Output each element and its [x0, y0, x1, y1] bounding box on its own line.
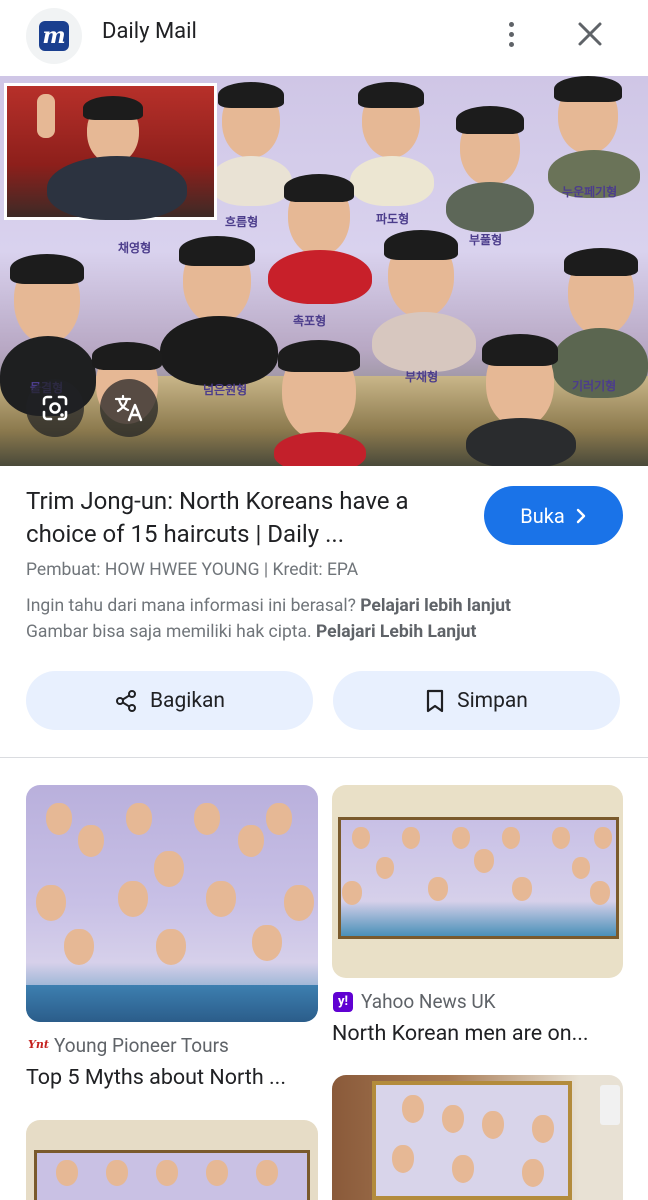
related-thumbnail[interactable]	[332, 785, 623, 978]
close-icon[interactable]	[572, 16, 608, 52]
learn-more-link-2[interactable]: Pelajari Lebih Lanjut	[316, 622, 476, 642]
info-line2: Gambar bisa saja memiliki hak cipta.	[26, 622, 312, 642]
daily-mail-logo: m	[26, 8, 82, 64]
image-credit: Pembuat: HOW HWEE YOUNG | Kredit: EPA	[26, 560, 359, 580]
save-button[interactable]: Simpan	[333, 671, 620, 730]
hero-label: 흐름형	[225, 215, 259, 229]
yahoo-favicon: y!	[333, 991, 353, 1012]
young-pioneer-tours-favicon: Ynt	[28, 1037, 49, 1051]
lens-search-button[interactable]	[26, 379, 84, 437]
top-bar: m Daily Mail	[0, 0, 648, 76]
leader-inset-photo	[4, 83, 217, 220]
share-icon	[115, 689, 136, 712]
related-source-name: Yahoo News UK	[361, 990, 496, 1013]
hero-image[interactable]: 채영형 흐름형 파도형 부풀형 누운페기형 촉포형 부채형 넘은원형 기러기형 …	[0, 76, 648, 466]
hero-label: 부풀형	[469, 233, 503, 247]
related-source-name: Young Pioneer Tours	[54, 1034, 229, 1057]
related-source: y! Yahoo News UK	[333, 990, 496, 1013]
logo-letter: m	[39, 21, 69, 51]
hero-label: 채영형	[118, 241, 152, 255]
related-thumbnail[interactable]	[26, 1120, 318, 1200]
open-page-button[interactable]: Buka	[484, 486, 623, 545]
bookmark-icon	[426, 689, 444, 712]
divider	[0, 757, 648, 758]
share-label: Bagikan	[149, 688, 226, 713]
hero-label: 파도형	[376, 212, 410, 226]
related-thumbnail[interactable]	[26, 785, 318, 1022]
chevron-right-icon	[576, 508, 585, 523]
learn-more-link[interactable]: Pelajari lebih lanjut	[360, 596, 511, 616]
hero-label: 기러기형	[572, 379, 617, 393]
info-line1: Ingin tahu dari mana informasi ini beras…	[26, 596, 356, 616]
hero-label: 넘은원형	[203, 383, 248, 397]
lens-icon	[42, 395, 68, 421]
more-options-icon[interactable]	[495, 16, 527, 52]
result-title[interactable]: Trim Jong-un: North Koreans have a choic…	[26, 485, 466, 551]
hero-label: 부채형	[405, 370, 439, 384]
related-title[interactable]: North Korean men are on...	[332, 1021, 622, 1046]
related-thumbnail[interactable]	[332, 1075, 623, 1200]
related-title[interactable]: Top 5 Myths about North ...	[26, 1065, 316, 1090]
open-label: Buka	[520, 503, 565, 528]
translate-icon	[114, 394, 143, 422]
info-text: Ingin tahu dari mana informasi ini beras…	[26, 593, 626, 645]
related-source: Ynt Young Pioneer Tours	[28, 1034, 229, 1057]
hero-label: 누운페기형	[562, 185, 618, 199]
source-name[interactable]: Daily Mail	[102, 19, 197, 44]
hero-label: 촉포형	[293, 314, 327, 328]
translate-button[interactable]	[100, 379, 158, 437]
share-button[interactable]: Bagikan	[26, 671, 313, 730]
save-label: Simpan	[457, 688, 528, 713]
